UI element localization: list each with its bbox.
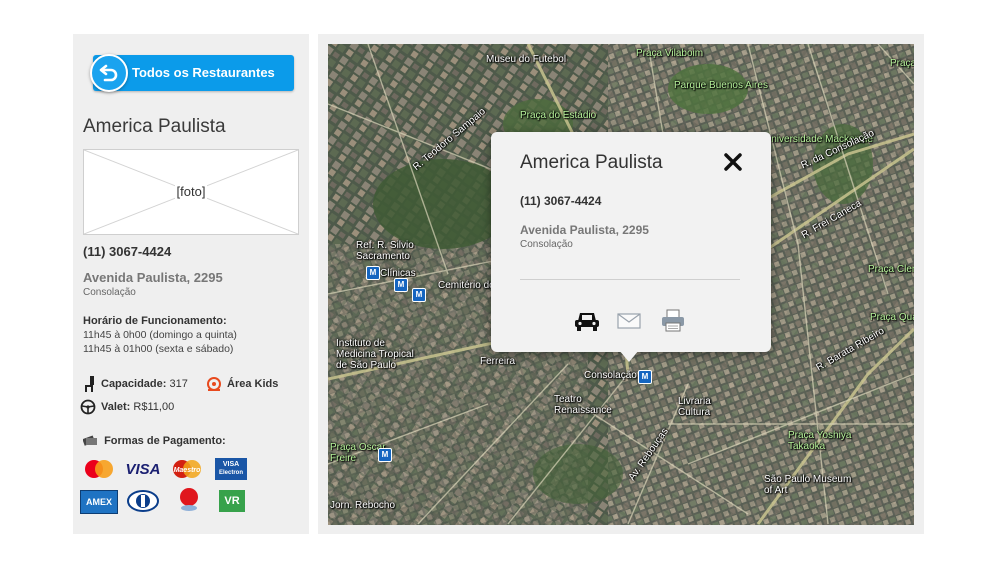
kids-area-label: Área Kids bbox=[227, 378, 279, 390]
map-label: Parque Buenos Aires bbox=[674, 80, 768, 91]
mastercard-icon bbox=[81, 458, 117, 480]
print-icon[interactable] bbox=[659, 306, 687, 334]
valet-info: Valet: R$11,00 bbox=[80, 399, 175, 415]
map-label: Praça Yoshiya Takaoka bbox=[788, 430, 852, 452]
popup-title: America Paulista bbox=[520, 152, 663, 173]
photo-label: [foto] bbox=[174, 184, 208, 199]
map-frame: Museu do Futebol Praça Vilaboim Parque B… bbox=[318, 34, 924, 534]
metro-station-icon[interactable]: M bbox=[412, 288, 426, 302]
all-restaurants-button[interactable]: Todos os Restaurantes bbox=[90, 54, 294, 92]
map-label: Museu do Futebol bbox=[486, 54, 567, 65]
all-restaurants-label: Todos os Restaurantes bbox=[132, 65, 275, 80]
map-label: Consolação bbox=[584, 370, 637, 381]
map-label: Praça do Estádio bbox=[520, 110, 597, 121]
capacity-label: Capacidade: bbox=[101, 378, 167, 390]
cards-icon bbox=[82, 434, 98, 449]
metro-station-icon[interactable]: M bbox=[378, 448, 392, 462]
diners-club-icon bbox=[125, 490, 161, 512]
hours-heading: Horário de Funcionamento: bbox=[83, 315, 227, 327]
map-label: Praça Vilaboim bbox=[636, 48, 704, 59]
map-label: São Paulo Museum of Art bbox=[764, 474, 852, 496]
map-label: Praça Quatorze bbox=[870, 312, 914, 323]
restaurant-popup: America Paulista (11) 3067-4424 Avenida … bbox=[491, 132, 771, 362]
map-label: Ref. R. Silvio Sacramento bbox=[356, 240, 414, 262]
map-label: Ferreira bbox=[480, 356, 516, 367]
visa-electron-icon: VISA Electron bbox=[215, 458, 247, 480]
popup-divider bbox=[520, 279, 740, 280]
map-label: Praça Rotary bbox=[890, 58, 914, 69]
hours-line: 11h45 à 01h00 (sexta e sábado) bbox=[83, 343, 234, 355]
close-icon[interactable] bbox=[723, 152, 743, 172]
payment-heading: Formas de Pagamento: bbox=[82, 434, 226, 449]
vr-icon: VR bbox=[219, 490, 245, 512]
map-label: Jorn. Rebocho bbox=[330, 500, 396, 511]
metro-station-icon[interactable]: M bbox=[394, 278, 408, 292]
map-label: Teatro Renaissance bbox=[554, 394, 612, 416]
amex-icon: AMEX bbox=[80, 490, 118, 514]
mail-icon[interactable] bbox=[615, 306, 643, 334]
visa-icon: VISA bbox=[125, 460, 161, 478]
metro-station-icon[interactable]: M bbox=[638, 370, 652, 384]
chair-icon bbox=[83, 376, 97, 395]
district-name: Consolação bbox=[83, 287, 136, 298]
valet-label: Valet: bbox=[101, 401, 131, 413]
car-icon[interactable] bbox=[573, 306, 601, 334]
street-address: Avenida Paulista, 2295 bbox=[83, 270, 223, 285]
popup-street: Avenida Paulista, 2295 bbox=[520, 223, 649, 237]
capacity-value: 317 bbox=[169, 378, 188, 390]
back-arrow-icon bbox=[90, 54, 128, 92]
redeshop-icon bbox=[171, 488, 207, 511]
maestro-icon: Maestro bbox=[169, 458, 205, 480]
photo-placeholder: [foto] bbox=[83, 149, 299, 235]
restaurant-title: America Paulista bbox=[83, 116, 226, 137]
svg-text:Maestro: Maestro bbox=[174, 467, 202, 474]
map-label: Praça Clemente Fuminense bbox=[868, 264, 914, 275]
map-label: Livraria Cultura bbox=[678, 396, 711, 418]
steering-wheel-icon bbox=[80, 399, 96, 418]
kids-area-info: Área Kids bbox=[206, 377, 279, 391]
metro-station-icon[interactable]: M bbox=[366, 266, 380, 280]
popup-phone: (11) 3067-4424 bbox=[520, 194, 602, 208]
valet-value: R$11,00 bbox=[133, 401, 175, 413]
capacity-info: Capacidade: 317 bbox=[83, 376, 188, 392]
popup-pointer bbox=[619, 350, 639, 362]
satellite-map[interactable]: Museu do Futebol Praça Vilaboim Parque B… bbox=[328, 44, 914, 525]
phone-number: (11) 3067-4424 bbox=[83, 244, 172, 259]
restaurant-sidebar: Todos os Restaurantes America Paulista [… bbox=[73, 34, 309, 534]
kids-icon bbox=[206, 376, 222, 395]
hours-line: 11h45 à 0h00 (domingo a quinta) bbox=[83, 329, 237, 341]
map-label: Instituto de Medicina Tropical de São Pa… bbox=[336, 338, 414, 371]
popup-district: Consolação bbox=[520, 239, 573, 250]
